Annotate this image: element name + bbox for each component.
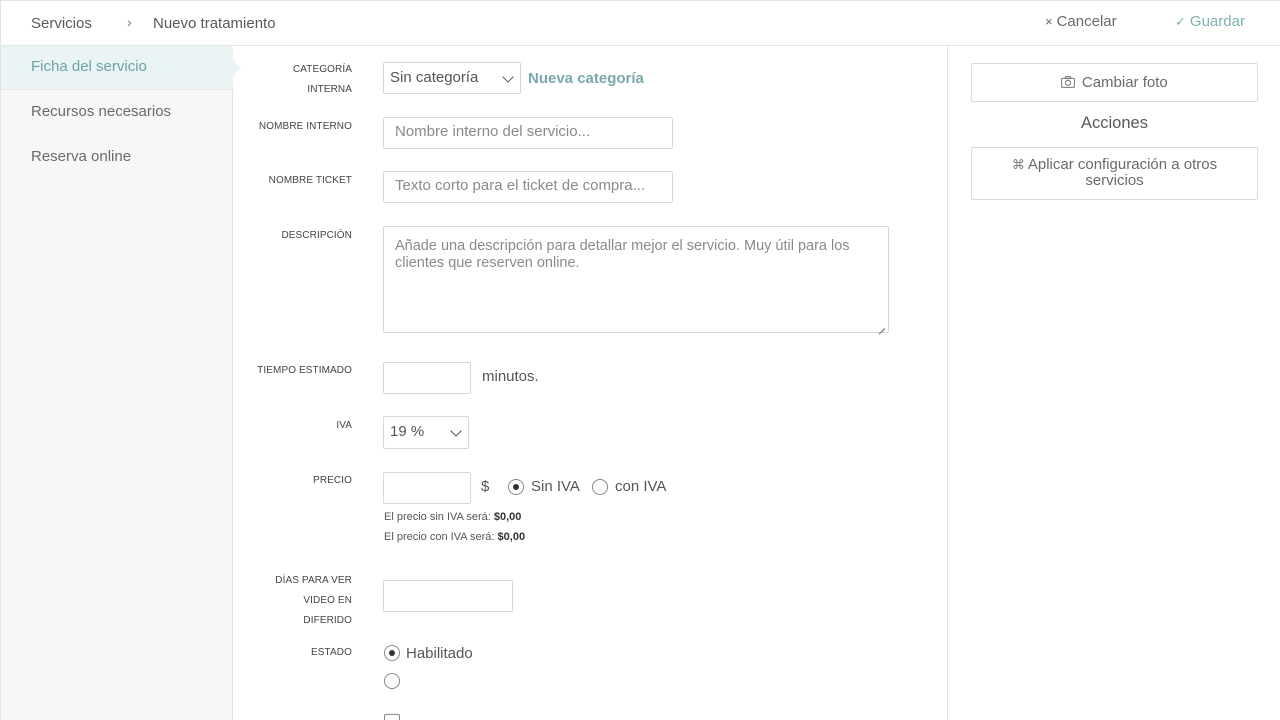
dias-input[interactable] bbox=[383, 580, 513, 612]
change-photo-button[interactable]: Cambiar foto bbox=[971, 63, 1258, 102]
descripcion-placeholder: Añade una descripción para detallar mejo… bbox=[395, 238, 850, 271]
sidebar-item-label: Ficha del servicio bbox=[31, 58, 147, 75]
tiempo-input[interactable] bbox=[383, 362, 471, 394]
change-photo-label: Cambiar foto bbox=[1081, 74, 1168, 91]
radio-con-iva-label[interactable]: con IVA bbox=[615, 478, 666, 495]
breadcrumb-current: Nuevo tratamiento bbox=[153, 15, 276, 32]
descripcion-textarea[interactable]: Añade una descripción para detallar mejo… bbox=[383, 226, 889, 333]
nombre-interno-placeholder: Nombre interno del servicio... bbox=[395, 123, 591, 140]
hint-con-value: $0,00 bbox=[497, 531, 526, 543]
categoria-label: CATEGORÍA INTERNA bbox=[240, 60, 352, 100]
chevron-down-icon bbox=[450, 425, 462, 437]
currency-symbol: $ bbox=[481, 478, 490, 495]
sidebar: Ficha del servicio Recursos necesarios R… bbox=[0, 46, 241, 720]
categoria-value: Sin categoría bbox=[390, 69, 479, 86]
check-icon: ✓ bbox=[1175, 14, 1186, 29]
breadcrumb-separator-icon: › bbox=[127, 14, 132, 30]
radio-sin-iva-label[interactable]: Sin IVA bbox=[531, 478, 580, 495]
tiempo-label: TIEMPO ESTIMADO bbox=[257, 365, 352, 376]
hint-sin-value: $0,00 bbox=[493, 511, 522, 523]
radio-con-iva[interactable] bbox=[592, 479, 608, 495]
apply-config-label-line1: Aplicar configuración a otros bbox=[1027, 156, 1218, 173]
hint-precio-sin-iva: El precio sin IVA será: $0,00 bbox=[384, 511, 521, 523]
radio-habilitado-label[interactable]: Habilitado bbox=[406, 645, 473, 662]
new-category-link[interactable]: Nueva categoría bbox=[528, 70, 644, 87]
descripcion-label: DESCRIPCIÓN bbox=[281, 230, 352, 241]
iva-label: IVA bbox=[336, 420, 352, 431]
resize-handle-icon[interactable] bbox=[878, 322, 886, 330]
categoria-label-line2: INTERNA bbox=[307, 84, 352, 95]
top-header: Servicios › Nuevo tratamiento × Cancelar … bbox=[0, 0, 1280, 46]
save-button[interactable]: ✓ Guardar bbox=[1175, 13, 1245, 30]
nombre-ticket-label: NOMBRE TICKET bbox=[268, 175, 352, 186]
command-icon: ⌘ bbox=[1011, 157, 1025, 172]
breadcrumb-servicios[interactable]: Servicios bbox=[31, 15, 92, 32]
dias-label: DÍAS PARA VER VIDEO EN DIFERIDO bbox=[240, 571, 352, 631]
sidebar-item-reserva[interactable]: Reserva online bbox=[1, 136, 233, 180]
hint-sin-prefix: El precio sin IVA será: bbox=[384, 511, 491, 523]
actions-title: Acciones bbox=[1081, 114, 1148, 132]
nombre-ticket-placeholder: Texto corto para el ticket de compra... bbox=[395, 177, 646, 194]
radio-estado-option-2[interactable] bbox=[384, 673, 400, 689]
tiempo-unit: minutos. bbox=[482, 368, 539, 385]
sidebar-item-recursos[interactable]: Recursos necesarios bbox=[1, 91, 233, 135]
apply-config-label-line2: servicios bbox=[1085, 172, 1144, 189]
dias-label-line3: DIFERIDO bbox=[303, 615, 352, 626]
categoria-label-line1: CATEGORÍA bbox=[292, 64, 352, 75]
categoria-select[interactable]: Sin categoría bbox=[383, 62, 521, 94]
iva-select[interactable]: 19 % bbox=[383, 416, 469, 449]
sidebar-item-label: Reserva online bbox=[31, 148, 132, 165]
close-icon: × bbox=[1045, 14, 1053, 29]
precio-input[interactable] bbox=[383, 472, 471, 504]
dias-label-line2: VIDEO EN bbox=[303, 595, 352, 606]
estado-label: ESTADO bbox=[311, 647, 352, 658]
camera-icon bbox=[1061, 75, 1079, 90]
dias-label-line1: DÍAS PARA VER bbox=[275, 575, 352, 586]
save-label: Guardar bbox=[1189, 13, 1245, 30]
hint-precio-con-iva: El precio con IVA será: $0,00 bbox=[384, 531, 525, 543]
nombre-interno-label: NOMBRE INTERNO bbox=[258, 121, 352, 132]
nombre-interno-input[interactable]: Nombre interno del servicio... bbox=[383, 117, 673, 149]
hint-con-prefix: El precio con IVA será: bbox=[384, 531, 495, 543]
iva-value: 19 % bbox=[390, 423, 425, 440]
radio-sin-iva[interactable] bbox=[508, 479, 524, 495]
sidebar-item-label: Recursos necesarios bbox=[31, 103, 172, 120]
cancel-button[interactable]: × Cancelar bbox=[1045, 13, 1117, 30]
cancel-label: Cancelar bbox=[1056, 13, 1117, 30]
nombre-ticket-input[interactable]: Texto corto para el ticket de compra... bbox=[383, 171, 673, 203]
chevron-down-icon bbox=[502, 71, 514, 83]
precio-label: PRECIO bbox=[313, 475, 352, 486]
apply-config-button[interactable]: ⌘ Aplicar configuración a otros servicios bbox=[971, 147, 1258, 200]
radio-habilitado[interactable] bbox=[384, 645, 400, 661]
checkbox-partial[interactable] bbox=[384, 714, 400, 720]
sidebar-item-ficha[interactable]: Ficha del servicio bbox=[1, 46, 241, 90]
